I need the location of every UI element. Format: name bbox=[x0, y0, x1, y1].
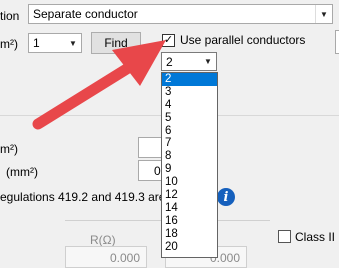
arrow-annotation bbox=[32, 40, 166, 130]
arrow-shaft bbox=[32, 59, 139, 130]
